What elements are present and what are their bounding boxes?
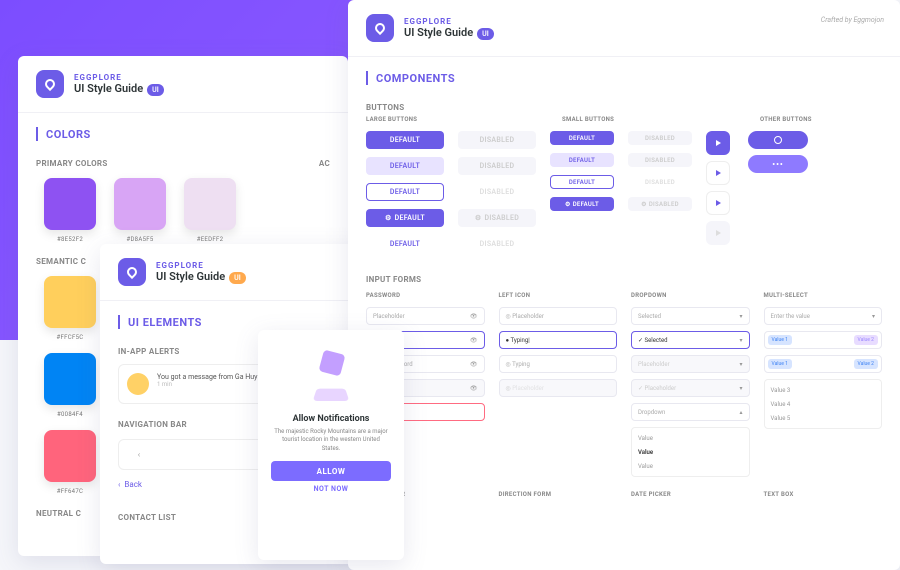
disabled-button: DISABLED: [458, 235, 536, 253]
chevron-left-icon[interactable]: ‹: [129, 450, 149, 459]
dropdown-option[interactable]: Value: [632, 459, 749, 473]
list-item[interactable]: Value 5: [765, 411, 882, 425]
lefticon-input-disabled: ◎ Placeholder: [499, 379, 618, 397]
multiselect-tags[interactable]: Value 1Value 2: [764, 331, 883, 349]
small-outline-button[interactable]: DEFAULT: [550, 175, 614, 189]
default-text-button[interactable]: DEFAULT: [366, 235, 444, 253]
default-button[interactable]: DEFAULT: [366, 131, 444, 149]
dropdown-input-active[interactable]: ✓ Selected▾: [631, 331, 750, 349]
disabled-button: DISABLED: [458, 131, 536, 149]
round-dots-button[interactable]: •••: [748, 155, 808, 173]
page-title: UI Style GuideUI: [74, 82, 164, 96]
eye-icon: 👁: [470, 313, 478, 320]
small-disabled-button: ⚙DISABLED: [628, 197, 692, 211]
notification-body: The majestic Rocky Mountains are a major…: [270, 428, 392, 453]
section-title-components: COMPONENTS: [348, 57, 900, 95]
dropdown-input-disabled: Placeholder▾: [631, 355, 750, 373]
section-title-colors: COLORS: [18, 113, 348, 151]
not-now-button[interactable]: NOT NOW: [270, 485, 392, 493]
back-link[interactable]: ‹Back: [118, 480, 142, 489]
multiselect-options: Value 3 Value 4 Value 5: [764, 379, 883, 429]
send-icon-button[interactable]: [706, 131, 730, 155]
default-light-button[interactable]: DEFAULT: [366, 157, 444, 175]
dropdown-option[interactable]: Value: [632, 431, 749, 445]
small-disabled-button: DISABLED: [628, 153, 692, 167]
small-disabled-button: DISABLED: [628, 175, 692, 189]
logo-icon: [118, 258, 146, 286]
disabled-button: DISABLED: [458, 183, 536, 201]
components-card: Crafted by Eggmojon EGGPLORE UI Style Gu…: [348, 0, 900, 570]
multiselect-input[interactable]: Enter the value▾: [764, 307, 883, 325]
dropdown-input[interactable]: Selected▾: [631, 307, 750, 325]
primary-colors-label: PRIMARY COLORSAC: [18, 151, 348, 172]
small-disabled-button: DISABLED: [628, 131, 692, 145]
multiselect-tags[interactable]: Value 1Value 2: [764, 355, 883, 373]
logo-icon: [366, 14, 394, 42]
forms-label: INPUT FORMS: [348, 267, 900, 288]
default-outline-button[interactable]: DEFAULT: [366, 183, 444, 201]
send-icon-button-outline[interactable]: [706, 161, 730, 185]
header: EGGPLORE UI Style GuideUI: [18, 56, 348, 113]
default-icon-button[interactable]: ⚙DEFAULT: [366, 209, 444, 227]
avatar: [127, 373, 149, 395]
small-icon-button[interactable]: ⚙DEFAULT: [550, 197, 614, 211]
lefticon-input[interactable]: ◎ Placeholder: [499, 307, 618, 325]
crafted-by: Crafted by Eggmojon: [821, 16, 884, 24]
buttons-label: BUTTONS: [348, 95, 900, 116]
small-default-button[interactable]: DEFAULT: [550, 131, 614, 145]
eye-icon: 👁: [470, 361, 478, 368]
round-icon-button[interactable]: [748, 131, 808, 149]
brand: EGGPLORE: [74, 73, 164, 82]
list-item[interactable]: Value 4: [765, 397, 882, 411]
text-box-label: TEXT BOX: [764, 491, 883, 498]
chevron-down-icon: ▾: [739, 313, 742, 320]
lefticon-input[interactable]: ◎ Typing: [499, 355, 618, 373]
disabled-button: ⚙DISABLED: [458, 209, 536, 227]
notification-title: Allow Notifications: [270, 414, 392, 424]
eye-icon: 👁: [470, 337, 478, 344]
logo-icon: [36, 70, 64, 98]
notification-illustration: [301, 348, 361, 408]
dropdown-open[interactable]: Dropdown▴: [631, 403, 750, 421]
direction-form-label: DIRECTION FORM: [499, 491, 618, 498]
send-icon-button-outline[interactable]: [706, 191, 730, 215]
dropdown-input-disabled: ✓ Placeholder▾: [631, 379, 750, 397]
dropdown-panel: Value Value Value: [631, 427, 750, 477]
small-light-button[interactable]: DEFAULT: [550, 153, 614, 167]
list-item[interactable]: Value 3: [765, 383, 882, 397]
chevron-left-icon: ‹: [118, 480, 120, 489]
dropdown-option[interactable]: Value: [632, 445, 749, 459]
password-input[interactable]: Placeholder👁: [366, 307, 485, 325]
disabled-button: DISABLED: [458, 157, 536, 175]
notification-modal: Allow Notifications The majestic Rocky M…: [258, 330, 404, 560]
allow-button[interactable]: ALLOW: [271, 461, 391, 481]
primary-swatches: #8E52F2 #D8A5F5 #EEDFF2: [18, 172, 348, 249]
lefticon-input-typing[interactable]: ● Typing|: [499, 331, 618, 349]
send-icon-button-disabled: [706, 221, 730, 245]
chevron-up-icon: ▴: [739, 409, 742, 416]
date-picker-label: DATE PICKER: [631, 491, 750, 498]
